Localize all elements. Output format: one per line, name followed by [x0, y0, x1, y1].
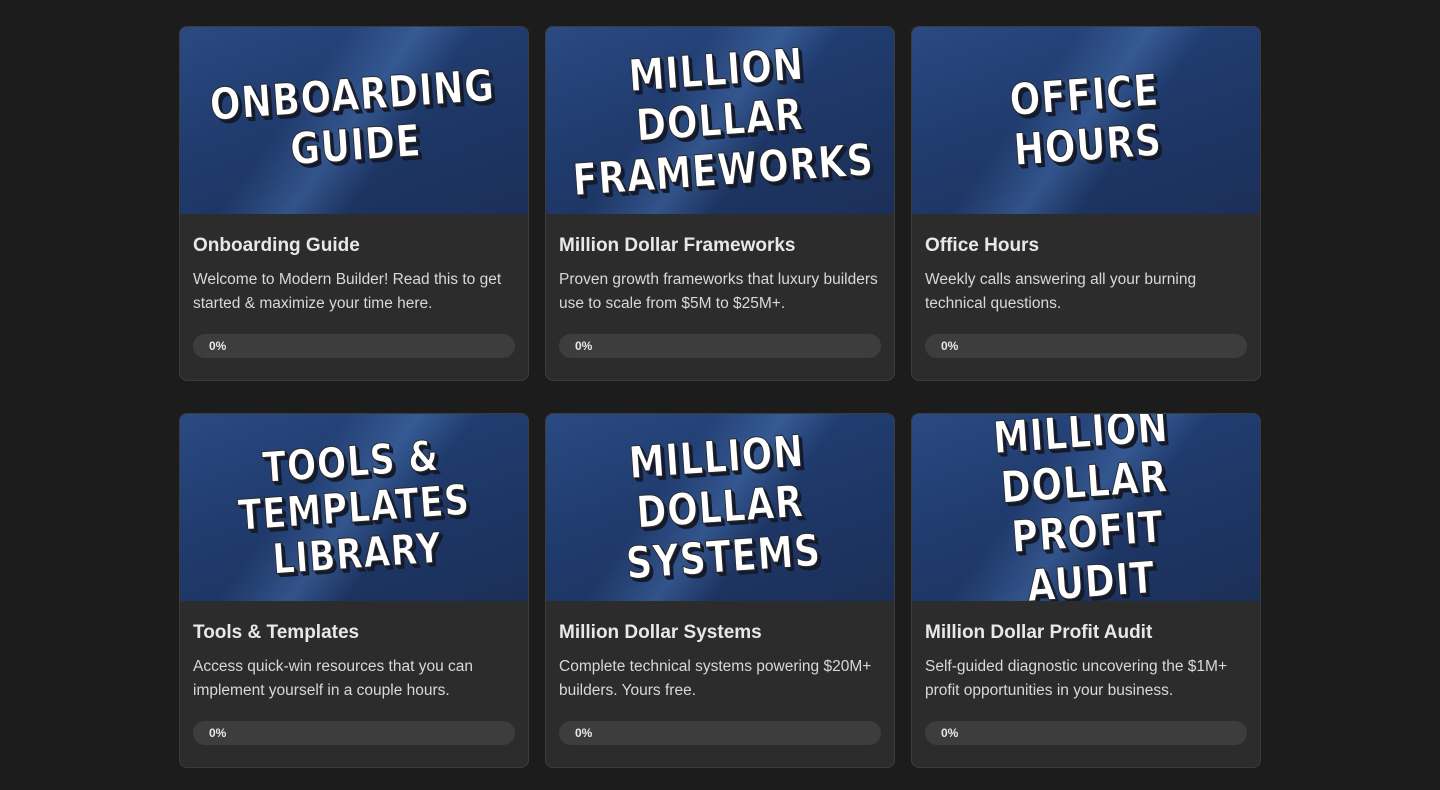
course-grid: ONBOARDING GUIDE Onboarding Guide Welcom…: [179, 26, 1261, 768]
course-description: Complete technical systems powering $20M…: [559, 658, 872, 699]
course-description: Proven growth frameworks that luxury bui…: [559, 271, 878, 312]
course-card-body: Onboarding Guide Welcome to Modern Build…: [180, 214, 528, 358]
course-thumbnail[interactable]: ONBOARDING GUIDE: [180, 27, 528, 214]
course-card-million-dollar-frameworks[interactable]: MILLION DOLLAR FRAMEWORKS Million Dollar…: [545, 26, 895, 381]
course-card-body: Office Hours Weekly calls answering all …: [912, 214, 1260, 358]
course-title[interactable]: Million Dollar Profit Audit: [925, 621, 1247, 645]
course-thumbnail[interactable]: OFFICE HOURS: [912, 27, 1260, 214]
thumbnail-title: ONBOARDING GUIDE: [208, 59, 497, 175]
progress-label: 0%: [575, 726, 593, 740]
course-card-million-dollar-systems[interactable]: MILLION DOLLAR SYSTEMS Million Dollar Sy…: [545, 413, 895, 768]
thumbnail-title: MILLION DOLLAR SYSTEMS: [624, 425, 823, 590]
progress-label: 0%: [941, 726, 959, 740]
course-thumbnail[interactable]: MILLION DOLLAR PROFIT AUDIT: [912, 414, 1260, 601]
course-thumbnail[interactable]: TOOLS & TEMPLATES LIBRARY: [180, 414, 528, 601]
course-title[interactable]: Million Dollar Systems: [559, 621, 881, 645]
course-card-million-dollar-profit-audit[interactable]: MILLION DOLLAR PROFIT AUDIT Million Doll…: [911, 413, 1261, 768]
progress-bar: 0%: [193, 334, 515, 358]
progress-label: 0%: [209, 726, 227, 740]
progress-bar: 0%: [559, 721, 881, 745]
thumbnail-title: MILLION DOLLAR FRAMEWORKS: [571, 38, 876, 206]
course-card-body: Million Dollar Profit Audit Self-guided …: [912, 601, 1260, 745]
course-title[interactable]: Million Dollar Frameworks: [559, 234, 881, 258]
course-card-onboarding-guide[interactable]: ONBOARDING GUIDE Onboarding Guide Welcom…: [179, 26, 529, 381]
thumbnail-title: OFFICE HOURS: [1007, 64, 1164, 176]
course-title[interactable]: Onboarding Guide: [193, 234, 515, 258]
progress-bar: 0%: [193, 721, 515, 745]
course-description: Access quick-win resources that you can …: [193, 658, 473, 699]
thumbnail-title: TOOLS & TEMPLATES LIBRARY: [236, 430, 472, 584]
thumbnail-title: MILLION DOLLAR PROFIT AUDIT: [991, 414, 1170, 601]
course-thumbnail[interactable]: MILLION DOLLAR FRAMEWORKS: [546, 27, 894, 214]
course-card-tools-templates[interactable]: TOOLS & TEMPLATES LIBRARY Tools & Templa…: [179, 413, 529, 768]
progress-bar: 0%: [925, 334, 1247, 358]
course-description: Self-guided diagnostic uncovering the $1…: [925, 658, 1228, 699]
progress-label: 0%: [575, 339, 593, 353]
course-card-body: Tools & Templates Access quick-win resou…: [180, 601, 528, 745]
course-card-body: Million Dollar Systems Complete technica…: [546, 601, 894, 745]
course-card-body: Million Dollar Frameworks Proven growth …: [546, 214, 894, 358]
progress-label: 0%: [941, 339, 959, 353]
progress-bar: 0%: [925, 721, 1247, 745]
course-card-office-hours[interactable]: OFFICE HOURS Office Hours Weekly calls a…: [911, 26, 1261, 381]
progress-bar: 0%: [559, 334, 881, 358]
course-thumbnail[interactable]: MILLION DOLLAR SYSTEMS: [546, 414, 894, 601]
course-description: Welcome to Modern Builder! Read this to …: [193, 271, 502, 312]
course-title[interactable]: Office Hours: [925, 234, 1247, 258]
progress-label: 0%: [209, 339, 227, 353]
course-title[interactable]: Tools & Templates: [193, 621, 515, 645]
course-description: Weekly calls answering all your burning …: [925, 271, 1197, 312]
